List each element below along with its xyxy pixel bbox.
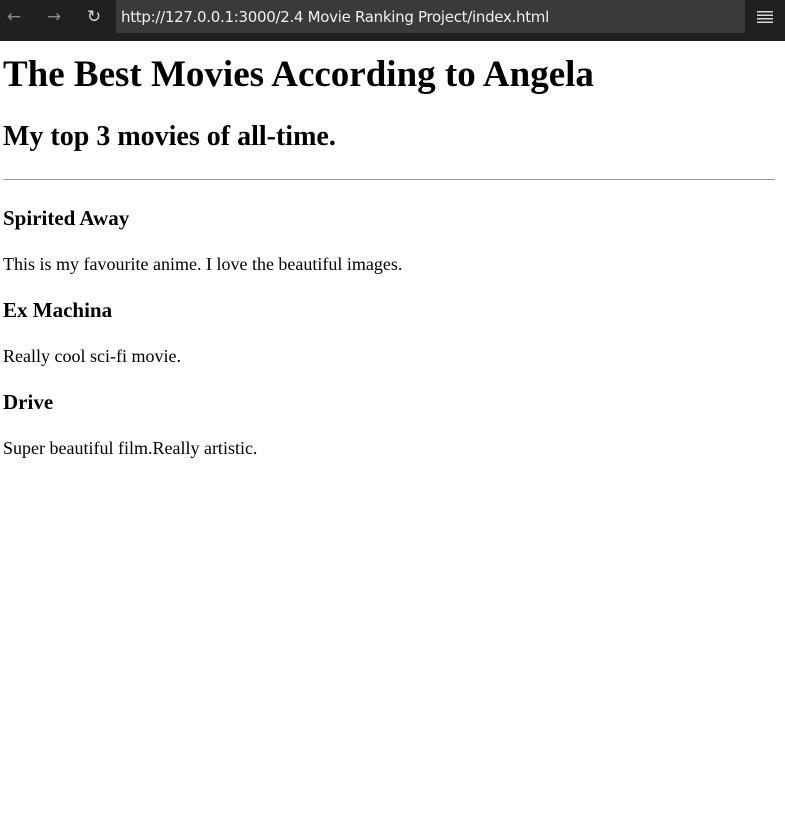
page-subtitle: My top 3 movies of all-time. bbox=[3, 121, 336, 152]
movie-description: This is my favourite anime. I love the b… bbox=[3, 254, 403, 274]
hamburger-menu-icon bbox=[757, 11, 773, 23]
browser-toolbar: ← → ↻ http://127.0.0.1:3000/2.4 Movie Ra… bbox=[0, 0, 785, 41]
movie-item: Spirited Away This is my favourite anime… bbox=[3, 205, 775, 275]
movie-description: Super beautiful film.Really artistic. bbox=[3, 438, 258, 458]
movie-title: Spirited Away bbox=[3, 206, 130, 230]
back-arrow-icon[interactable]: ← bbox=[0, 5, 28, 29]
menu-button[interactable] bbox=[755, 6, 775, 28]
page-title: The Best Movies According to Angela bbox=[3, 54, 594, 95]
movie-title: Drive bbox=[3, 390, 54, 414]
movie-title: Ex Machina bbox=[3, 298, 113, 322]
page-content: The Best Movies According to Angela My t… bbox=[0, 41, 785, 814]
movie-item: Drive Super beautiful film.Really artist… bbox=[3, 389, 775, 459]
divider bbox=[3, 179, 775, 180]
movie-item: Ex Machina Really cool sci-fi movie. bbox=[3, 297, 775, 367]
address-bar[interactable]: http://127.0.0.1:3000/2.4 Movie Ranking … bbox=[116, 0, 745, 33]
forward-arrow-icon[interactable]: → bbox=[40, 5, 68, 29]
movie-description: Really cool sci-fi movie. bbox=[3, 346, 181, 366]
url-text: http://127.0.0.1:3000/2.4 Movie Ranking … bbox=[121, 7, 549, 26]
reload-icon[interactable]: ↻ bbox=[80, 5, 108, 29]
